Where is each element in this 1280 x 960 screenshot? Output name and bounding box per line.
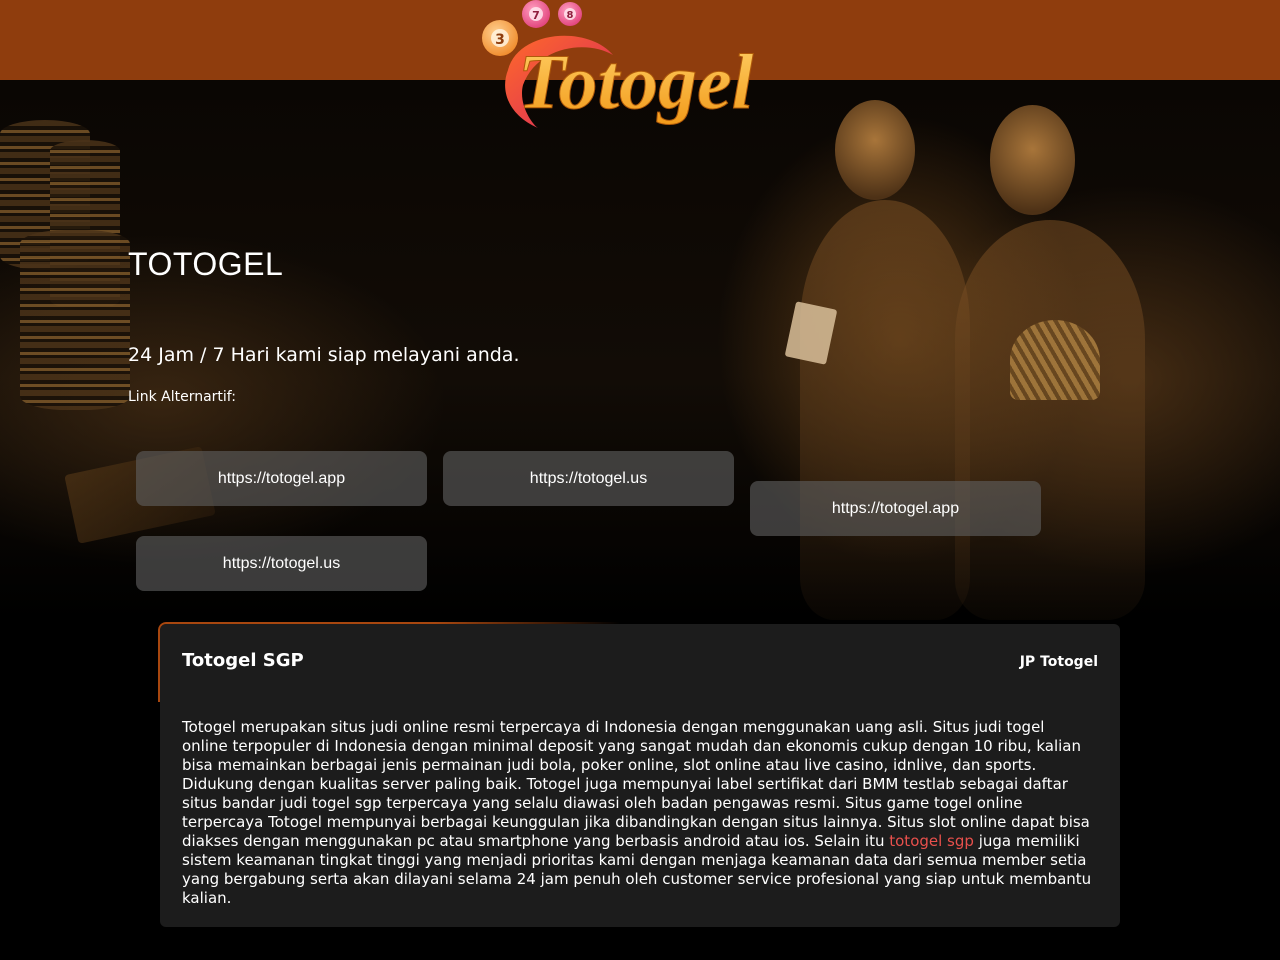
alt-link-button-3[interactable]: https://totogel.app xyxy=(750,481,1041,536)
model-right-figure xyxy=(955,220,1145,620)
alt-link-button-4[interactable]: https://totogel.us xyxy=(136,536,427,591)
svg-text:8: 8 xyxy=(567,10,574,21)
alt-link-button-1[interactable]: https://totogel.app xyxy=(136,451,427,506)
logo-graphic: 3 7 8 Totogel xyxy=(482,0,754,128)
article-card: Totogel SGP JP Totogel Totogel merupakan… xyxy=(158,622,1120,927)
page: 3 7 8 Totogel TOTOGEL 24 Jam / 7 Hari ka… xyxy=(0,0,1280,960)
totogel-sgp-link[interactable]: totogel sgp xyxy=(889,832,974,850)
article-text-before: Totogel merupakan situs judi online resm… xyxy=(182,718,1090,850)
card-tag: JP Totogel xyxy=(1019,654,1098,670)
article-body: Totogel merupakan situs judi online resm… xyxy=(182,718,1092,908)
site-logo[interactable]: 3 7 8 Totogel xyxy=(478,0,808,142)
alt-link-button-2[interactable]: https://totogel.us xyxy=(443,451,734,506)
model-left-figure xyxy=(800,200,970,620)
model-right-head xyxy=(990,105,1075,215)
alternative-links-label: Link Alternartif: xyxy=(128,389,236,405)
svg-text:3: 3 xyxy=(495,32,505,48)
model-left-head xyxy=(835,100,915,200)
chip-stack-decoration xyxy=(20,230,130,410)
svg-text:7: 7 xyxy=(532,9,540,22)
card-title: Totogel SGP xyxy=(182,650,304,671)
tagline: 24 Jam / 7 Hari kami siap melayani anda. xyxy=(128,344,520,366)
banknotes-decoration xyxy=(1010,320,1100,400)
site-title: TOTOGEL xyxy=(128,246,284,282)
svg-text:Totogel: Totogel xyxy=(518,38,754,125)
